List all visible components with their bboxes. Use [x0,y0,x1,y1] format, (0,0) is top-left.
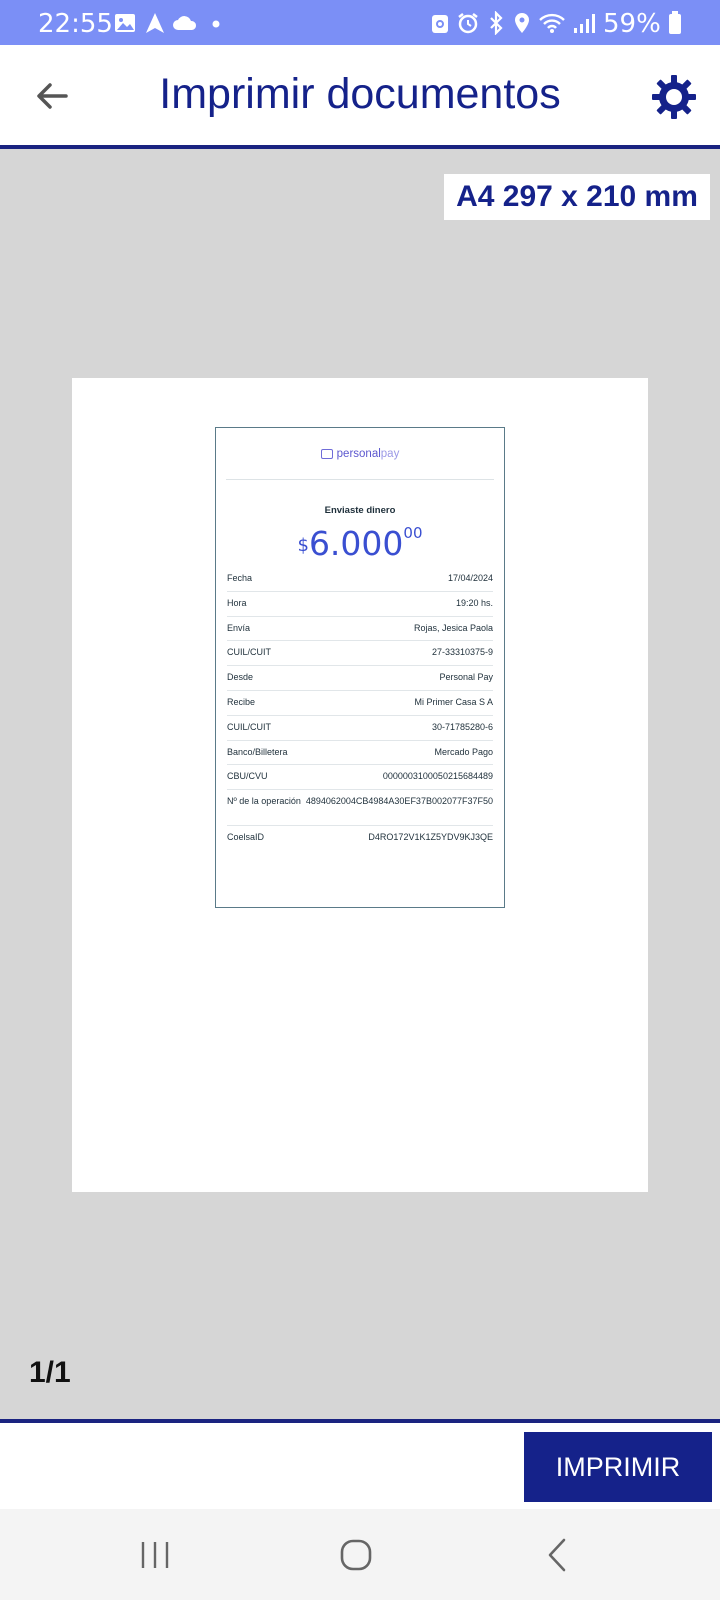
status-bar: 22:55 59% [0,0,720,45]
gear-icon [652,75,696,119]
gallery-icon [115,14,135,32]
home-button[interactable] [336,1535,376,1575]
receipt: personalpay Enviaste dinero $6.00000 Fec… [215,427,505,908]
home-icon [340,1539,372,1571]
receipt-row: CUIL/CUIT 27-33310375-9 [227,641,493,667]
location-icon [515,13,529,33]
receipt-heading: Enviaste dinero [324,505,396,516]
battery-percent: 59% [603,9,661,39]
receipt-row: CUIL/CUIT 30-71785280-6 [227,716,493,741]
nav-back-button[interactable] [538,1535,578,1575]
receipt-row: CoelsaID D4RO172V1K1Z5YDV9KJ3QE [227,832,493,843]
dot-icon [212,20,220,28]
page-count: 1/1 [29,1356,71,1389]
amount-integer: 6.000 [308,524,404,563]
paper-size-label[interactable]: A4 297 x 210 mm [444,174,710,220]
receipt-row: Recibe Mi Primer Casa S A [227,691,493,716]
receipt-row: Desde Personal Pay [227,666,493,691]
receipt-divider [226,479,494,480]
receipt-details: Fecha 17/04/2024 Hora 19:20 hs. Envía Rojas… [227,567,493,851]
receipt-logo: personalpay [216,448,504,460]
lock-icon [432,15,448,33]
settings-button[interactable] [650,73,698,121]
recents-icon [141,1542,169,1568]
receipt-row: Fecha 17/04/2024 [227,567,493,592]
amount-cents: 00 [403,524,423,542]
wallet-icon [320,448,333,459]
signal-icon [574,14,595,33]
battery-icon [669,11,681,34]
wifi-icon [539,13,565,33]
bluetooth-icon [490,11,503,35]
receipt-row: Hora 19:20 hs. [227,592,493,617]
receipt-row: Envía Rojas, Jesica Paola [227,617,493,642]
receipt-amount: $6.00000 [216,524,504,563]
navigation-icon [146,13,164,33]
status-time: 22:55 [38,9,113,39]
receipt-row: Nº de la operación 4894062004CB4984A30EF3… [227,790,493,827]
receipt-row: CBU/CVU 0000003100050215684489 [227,765,493,791]
amount-currency: $ [297,535,309,556]
alarm-icon [458,13,478,34]
print-button[interactable]: IMPRIMIR [524,1432,712,1502]
receipt-row: Banco/Billetera Mercado Pago [227,741,493,766]
nav-back-icon [548,1538,566,1572]
recents-button[interactable] [135,1535,175,1575]
cloud-icon [173,16,197,30]
page-title: Imprimir documentos [159,70,561,118]
